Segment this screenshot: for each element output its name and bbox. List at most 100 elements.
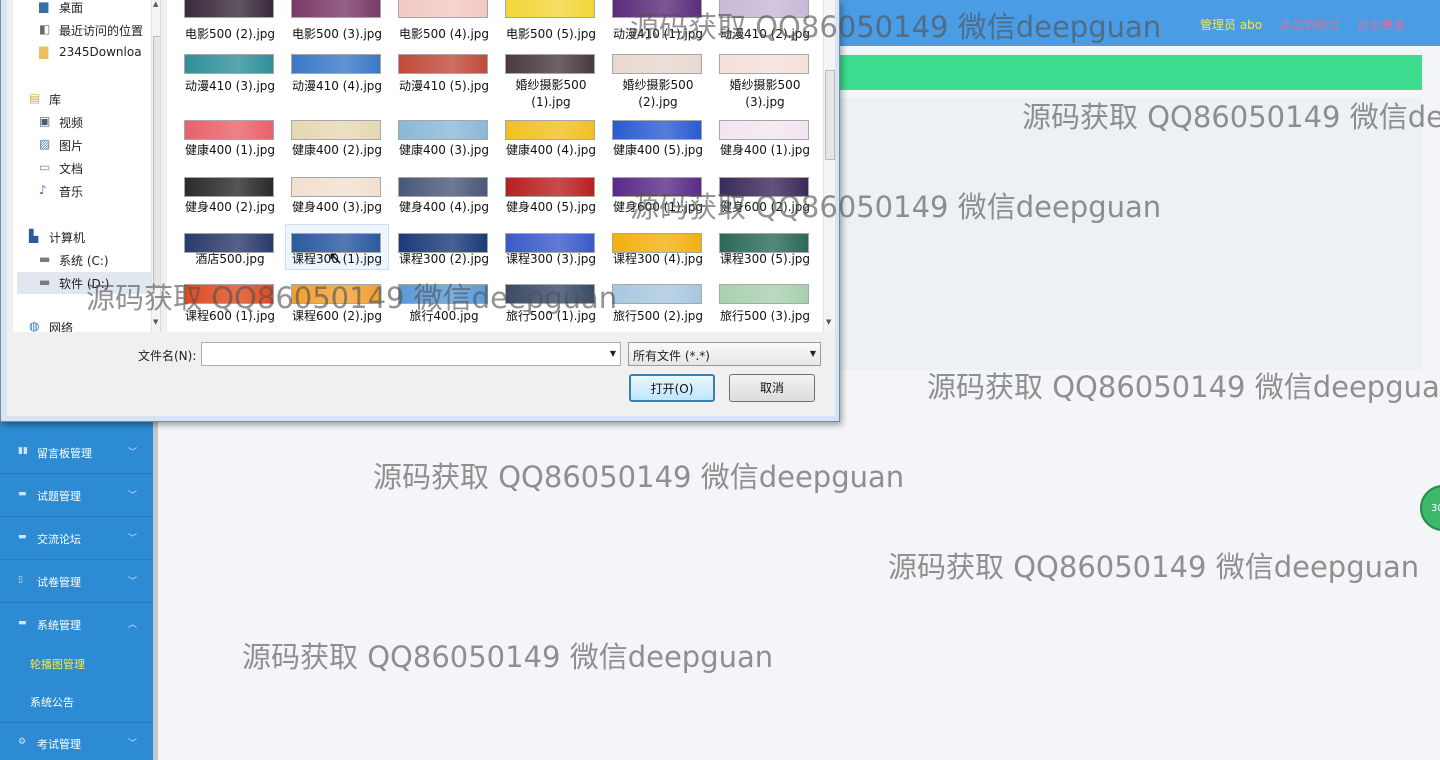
exit-to-frontend-link[interactable]: 退出到前台: [1280, 16, 1340, 33]
nav-item[interactable]: ▤ 库: [13, 88, 153, 110]
file-thumbnail[interactable]: [184, 54, 274, 74]
file-thumbnail[interactable]: [612, 0, 702, 18]
nav-item[interactable]: ▆ 桌面: [13, 0, 153, 18]
sidebar-scrollbar[interactable]: [153, 420, 158, 760]
file-name-label[interactable]: 电影500 (5).jpg: [499, 26, 603, 43]
file-thumbnail[interactable]: [291, 120, 381, 140]
dropdown-arrow-icon[interactable]: ▼: [610, 349, 616, 358]
file-name-label[interactable]: 旅行400.jpg: [392, 308, 496, 325]
file-thumbnail[interactable]: [719, 177, 809, 197]
file-thumbnail[interactable]: [184, 120, 274, 140]
file-name-label[interactable]: 动漫410 (2).jpg: [713, 26, 817, 43]
file-name-label[interactable]: 酒店500.jpg: [178, 251, 282, 268]
file-name-label[interactable]: 动漫410 (1).jpg: [606, 26, 710, 43]
file-name-label[interactable]: 健身400 (4).jpg: [392, 199, 496, 216]
file-name-label[interactable]: 课程300 (2).jpg: [392, 251, 496, 268]
scroll-up-icon[interactable]: ▲: [153, 0, 158, 8]
file-name-label[interactable]: 旅行500 (2).jpg: [606, 308, 710, 325]
file-thumbnail[interactable]: [719, 284, 809, 304]
file-name-label[interactable]: 健身400 (1).jpg: [713, 142, 817, 159]
file-name-label[interactable]: 婚纱摄影500 (2).jpg: [606, 77, 710, 111]
scroll-down-icon[interactable]: ▼: [826, 318, 831, 326]
file-thumbnail[interactable]: [398, 177, 488, 197]
nav-item[interactable]: ♪ 音乐: [13, 180, 153, 202]
file-name-label[interactable]: 健身600 (1).jpg: [606, 199, 710, 216]
nav-item[interactable]: ▨ 图片: [13, 134, 153, 156]
nav-item[interactable]: ▭ 文档: [13, 157, 153, 179]
file-thumbnail[interactable]: [719, 54, 809, 74]
file-thumbnail[interactable]: [719, 120, 809, 140]
file-thumbnail[interactable]: [291, 54, 381, 74]
file-thumbnail[interactable]: [291, 177, 381, 197]
file-name-label[interactable]: 健康400 (4).jpg: [499, 142, 603, 159]
file-thumbnail[interactable]: [398, 54, 488, 74]
nav-item[interactable]: ◧ 最近访问的位置: [13, 19, 153, 41]
file-thumbnail[interactable]: [612, 54, 702, 74]
file-name-label[interactable]: 健身400 (3).jpg: [285, 199, 389, 216]
file-name-label[interactable]: 健身600 (2).jpg: [713, 199, 817, 216]
file-name-label[interactable]: 课程300 (3).jpg: [499, 251, 603, 268]
file-type-select[interactable]: 所有文件 (*.*) ▼: [628, 342, 821, 366]
file-name-label[interactable]: 动漫410 (3).jpg: [178, 78, 282, 95]
sidebar-subitem-announcement[interactable]: 系统公告: [0, 684, 153, 720]
cancel-button[interactable]: 取消: [729, 374, 815, 402]
nav-item[interactable]: ▣ 视频: [13, 111, 153, 133]
file-name-label[interactable]: 健康400 (5).jpg: [606, 142, 710, 159]
file-thumbnail[interactable]: [612, 120, 702, 140]
open-button[interactable]: 打开(O): [629, 374, 715, 402]
file-thumbnail[interactable]: [505, 177, 595, 197]
file-list-scrollbar-thumb[interactable]: [825, 70, 835, 160]
file-name-label[interactable]: 旅行500 (1).jpg: [499, 308, 603, 325]
file-name-label[interactable]: 电影500 (2).jpg: [178, 26, 282, 43]
file-thumbnail[interactable]: [184, 233, 274, 253]
file-thumbnail[interactable]: [612, 177, 702, 197]
file-thumbnail[interactable]: [398, 284, 488, 304]
filename-input[interactable]: [204, 345, 599, 363]
file-name-label[interactable]: 婚纱摄影500 (3).jpg: [713, 77, 817, 111]
file-name-label[interactable]: 电影500 (4).jpg: [392, 26, 496, 43]
file-name-label[interactable]: 课程600 (1).jpg: [178, 308, 282, 325]
file-name-label[interactable]: 健康400 (3).jpg: [392, 142, 496, 159]
file-thumbnail[interactable]: [398, 0, 488, 18]
file-thumbnail[interactable]: [612, 233, 702, 253]
logout-link[interactable]: 退出登录: [1357, 16, 1405, 33]
file-name-label[interactable]: 健身400 (5).jpg: [499, 199, 603, 216]
file-name-label[interactable]: 课程600 (2).jpg: [285, 308, 389, 325]
sidebar-item-message-board[interactable]: ▮▮ 留言板管理 ﹀: [0, 432, 153, 474]
nav-item[interactable]: ▇ 2345Downloa: [13, 42, 153, 64]
file-thumbnail[interactable]: [505, 54, 595, 74]
nav-item[interactable]: ◍ 网络: [13, 316, 153, 332]
file-name-label[interactable]: 动漫410 (5).jpg: [392, 78, 496, 95]
file-thumbnail[interactable]: [719, 0, 809, 18]
file-thumbnail[interactable]: [291, 284, 381, 304]
file-thumbnail[interactable]: [612, 284, 702, 304]
file-thumbnail[interactable]: [505, 0, 595, 18]
sidebar-item-exams[interactable]: ⚙ 考试管理 ﹀: [0, 722, 153, 760]
file-thumbnail[interactable]: [184, 0, 274, 18]
file-name-label[interactable]: 课程300 (5).jpg: [713, 251, 817, 268]
nav-item[interactable]: ▬ 软件 (D:): [17, 272, 157, 294]
scroll-down-icon[interactable]: ▼: [153, 318, 158, 326]
nav-scrollbar-thumb[interactable]: [153, 36, 160, 286]
file-thumbnail[interactable]: [505, 120, 595, 140]
nav-item[interactable]: ▬ 系统 (C:): [13, 249, 153, 271]
file-thumbnail[interactable]: [505, 233, 595, 253]
file-name-label[interactable]: 动漫410 (4).jpg: [285, 78, 389, 95]
file-name-label[interactable]: 健身400 (2).jpg: [178, 199, 282, 216]
file-name-label[interactable]: 婚纱摄影500 (1).jpg: [499, 77, 603, 111]
sidebar-item-forum[interactable]: ▬ 交流论坛 ﹀: [0, 518, 153, 560]
sidebar-item-questions[interactable]: ▬ 试题管理 ﹀: [0, 475, 153, 517]
file-thumbnail[interactable]: [291, 0, 381, 18]
sidebar-subitem-carousel[interactable]: 轮播图管理: [0, 646, 153, 682]
filename-combobox[interactable]: ▼: [201, 342, 621, 366]
sidebar-item-system[interactable]: ▬ 系统管理 ︿: [0, 604, 153, 646]
file-name-label[interactable]: 健康400 (1).jpg: [178, 142, 282, 159]
file-thumbnail[interactable]: [719, 233, 809, 253]
file-name-label[interactable]: 健康400 (2).jpg: [285, 142, 389, 159]
nav-item[interactable]: ▙ 计算机: [13, 226, 153, 248]
file-list-scrollbar[interactable]: ▼: [823, 0, 835, 332]
floating-badge[interactable]: 30: [1420, 485, 1440, 531]
file-thumbnail[interactable]: [184, 177, 274, 197]
file-name-label[interactable]: 课程300 (4).jpg: [606, 251, 710, 268]
file-thumbnail[interactable]: [398, 233, 488, 253]
